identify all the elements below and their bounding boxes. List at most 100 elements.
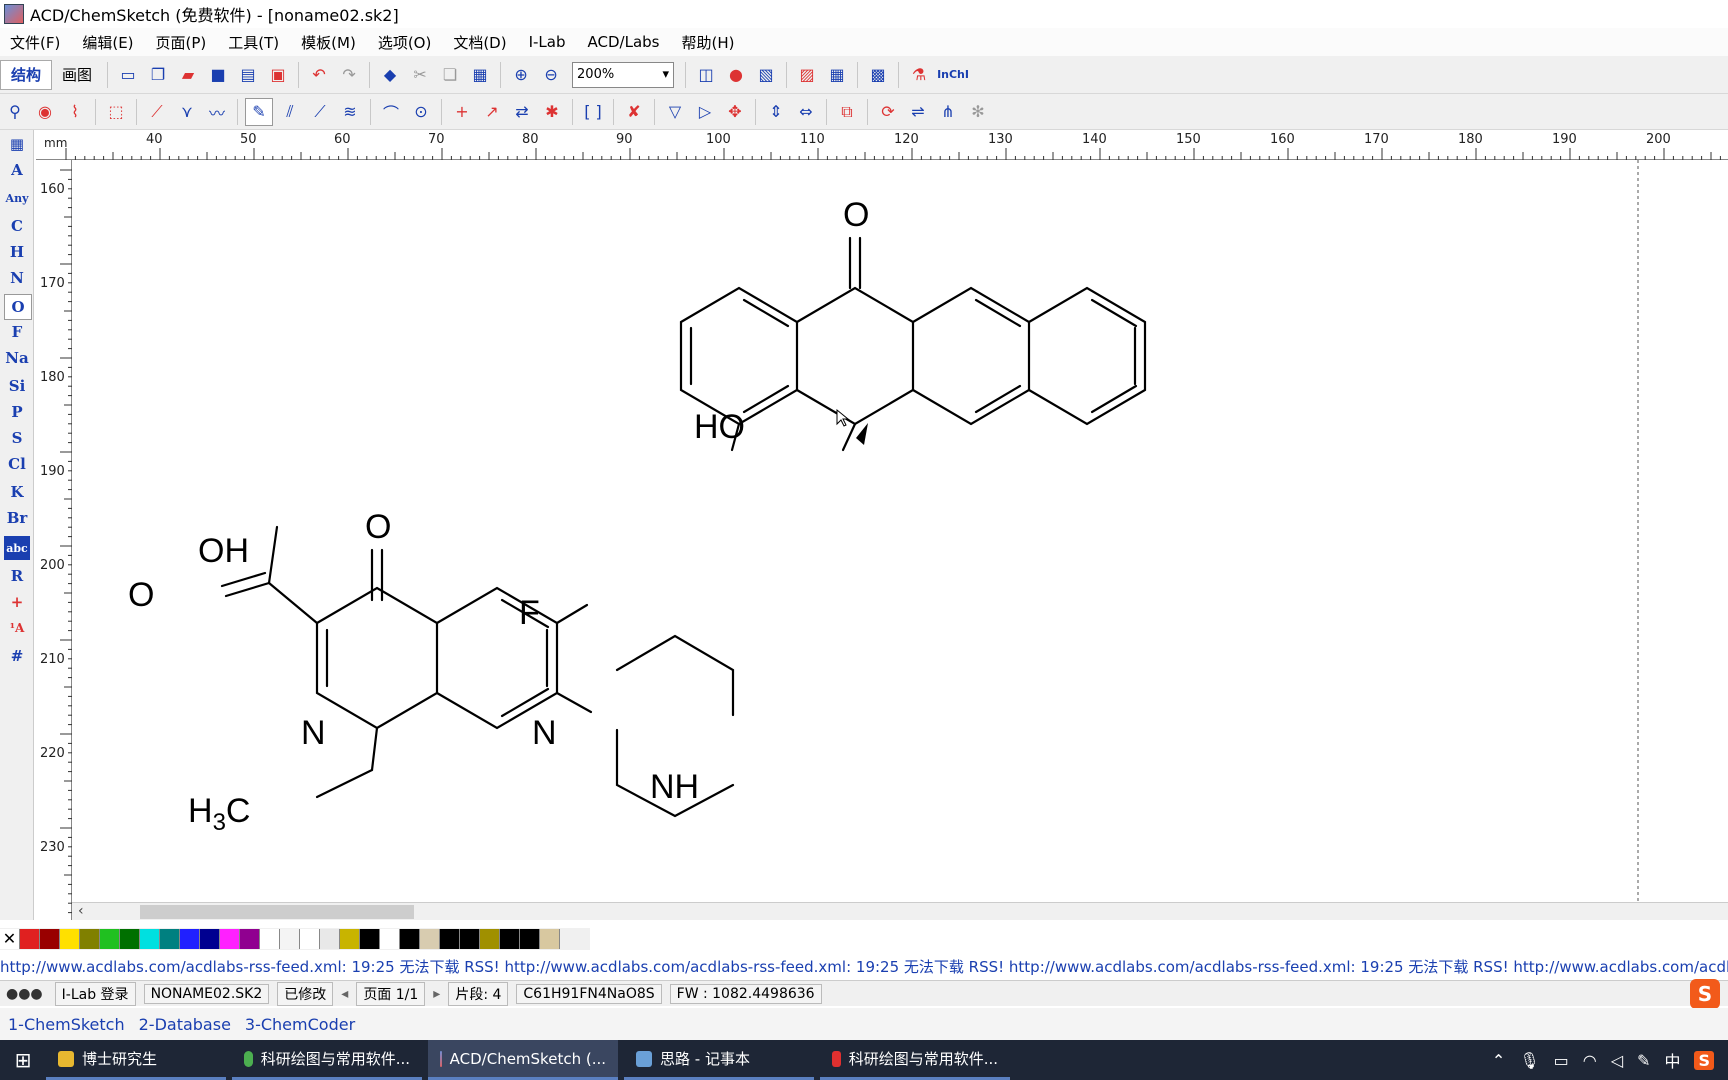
atom-label-ho[interactable]: HO: [694, 408, 745, 446]
taskbar-item-browser[interactable]: 科研绘图与常用软件...: [232, 1040, 422, 1080]
color-swatch[interactable]: [480, 929, 500, 949]
sogou-tray-icon[interactable]: S: [1694, 1050, 1714, 1070]
color-swatch[interactable]: [380, 929, 400, 949]
inchi-button[interactable]: InChI: [936, 62, 970, 88]
atom-f[interactable]: F: [4, 320, 30, 344]
align-horizontal-icon[interactable]: ⇔: [793, 99, 819, 125]
scroll-left-icon[interactable]: ‹: [78, 903, 84, 919]
taskbar-item-folder[interactable]: 博士研究生: [46, 1040, 226, 1080]
print-icon[interactable]: ▤: [235, 62, 261, 88]
atom-o[interactable]: O: [4, 294, 32, 320]
menu-file[interactable]: 文件(F): [10, 32, 60, 53]
rotate-3d-icon[interactable]: ◉: [32, 99, 58, 125]
settings-icon[interactable]: ✻: [965, 99, 991, 125]
microphone-icon[interactable]: 🎙: [1519, 1051, 1539, 1070]
color-swatch[interactable]: [200, 929, 220, 949]
menu-edit[interactable]: 编辑(E): [82, 32, 133, 53]
volume-icon[interactable]: ◁: [1611, 1051, 1623, 1070]
refresh-icon[interactable]: ⟳: [875, 99, 901, 125]
color-swatch[interactable]: [100, 929, 120, 949]
menu-ilab[interactable]: I-Lab: [529, 33, 566, 51]
color-swatch[interactable]: [400, 929, 420, 949]
atom-label-n[interactable]: N: [301, 714, 326, 752]
wedge-bond-icon[interactable]: ⟋: [307, 99, 333, 125]
cut-icon[interactable]: ✂: [407, 62, 433, 88]
structure-mode-button[interactable]: 结构: [0, 59, 53, 90]
ring-icon[interactable]: ⊙: [408, 99, 434, 125]
flip-vertical-icon[interactable]: ▽: [662, 99, 688, 125]
rss-ticker[interactable]: http://www.acdlabs.com/acdlabs-rss-feed.…: [0, 954, 1728, 978]
check-structure-icon[interactable]: ✘: [621, 99, 647, 125]
zoom-in-icon[interactable]: ⊕: [508, 62, 534, 88]
fragment-icon[interactable]: ⋔: [935, 99, 961, 125]
wavy-bond-icon[interactable]: ≋: [337, 99, 363, 125]
atom-r[interactable]: R: [4, 564, 30, 588]
atom-label-o[interactable]: O: [843, 196, 869, 234]
color-swatch[interactable]: [20, 929, 40, 949]
sogou-ime-icon[interactable]: S: [1690, 978, 1720, 1009]
menu-page[interactable]: 页面(P): [156, 32, 207, 53]
arrow-icon[interactable]: ↗: [479, 99, 505, 125]
select-rectangle-icon[interactable]: ⬚: [103, 99, 129, 125]
atom-s[interactable]: S: [4, 426, 30, 450]
wifi-icon[interactable]: ◠: [1583, 1051, 1597, 1070]
color-swatch[interactable]: [540, 929, 560, 949]
tab-chemcoder[interactable]: 3-ChemCoder: [245, 1015, 355, 1034]
charge-plus[interactable]: +: [4, 590, 30, 614]
atom-label-o[interactable]: O: [128, 576, 154, 614]
atom-c[interactable]: C: [4, 214, 30, 238]
scrollbar-thumb[interactable]: [140, 905, 414, 919]
reaction-icon[interactable]: ⌒: [378, 99, 404, 125]
color-swatch[interactable]: [60, 929, 80, 949]
ime-indicator[interactable]: 中: [1664, 1048, 1680, 1072]
3d-viewer-icon[interactable]: ●: [723, 62, 749, 88]
periodic-table-icon[interactable]: ▦: [4, 132, 30, 156]
color-swatch[interactable]: [280, 929, 300, 949]
grid-icon[interactable]: ▦: [824, 62, 850, 88]
open-folder-icon[interactable]: ▰: [175, 62, 201, 88]
tab-database[interactable]: 2-Database: [139, 1015, 231, 1034]
atom-br[interactable]: Br: [4, 506, 30, 530]
next-page-icon[interactable]: ▸: [433, 986, 440, 1002]
color-swatch[interactable]: [160, 929, 180, 949]
color-swatch[interactable]: [500, 929, 520, 949]
atom-label-nh[interactable]: NH: [650, 768, 699, 806]
plus-icon[interactable]: +: [449, 99, 475, 125]
color-swatch[interactable]: [420, 929, 440, 949]
group-icon[interactable]: ⧉: [834, 99, 860, 125]
color-swatch[interactable]: [80, 929, 100, 949]
atom-si[interactable]: Si: [4, 374, 30, 398]
battery-icon[interactable]: ▭: [1554, 1051, 1569, 1070]
align-vertical-icon[interactable]: ⇕: [763, 99, 789, 125]
eraser-icon[interactable]: ◆: [377, 62, 403, 88]
color-swatch[interactable]: [320, 929, 340, 949]
molecule-anthracenone[interactable]: [679, 236, 1147, 452]
atom-h[interactable]: H: [4, 240, 30, 264]
rotate-icon[interactable]: ✥: [722, 99, 748, 125]
branch-icon[interactable]: ⋎: [174, 99, 200, 125]
color-swatch[interactable]: [340, 929, 360, 949]
color-swatch[interactable]: [240, 929, 260, 949]
paste-icon[interactable]: ▦: [467, 62, 493, 88]
color-swatch[interactable]: [300, 929, 320, 949]
atom-label-o[interactable]: O: [365, 508, 391, 546]
lasso-icon[interactable]: ⌇: [62, 99, 88, 125]
polymer-bracket-icon[interactable]: [ ]: [580, 99, 606, 125]
menu-tools[interactable]: 工具(T): [228, 32, 279, 53]
explicit-hydrogen-icon[interactable]: ⇌: [905, 99, 931, 125]
atom-cl[interactable]: Cl: [4, 452, 30, 476]
chart-icon[interactable]: ▨: [794, 62, 820, 88]
clean-structure-icon[interactable]: ◫: [693, 62, 719, 88]
save-icon[interactable]: ■: [205, 62, 231, 88]
no-color-icon[interactable]: ✕: [0, 929, 20, 949]
isotope-icon[interactable]: ¹A: [4, 616, 30, 640]
color-swatch[interactable]: [440, 929, 460, 949]
redo-icon[interactable]: ↷: [336, 62, 362, 88]
chain-icon[interactable]: ⟋: [144, 99, 170, 125]
zoom-out-icon[interactable]: ⊖: [538, 62, 564, 88]
undo-icon[interactable]: ↶: [306, 62, 332, 88]
atom-label-f[interactable]: F: [519, 594, 540, 632]
text-label-tool[interactable]: abc: [4, 536, 30, 560]
zigzag-icon[interactable]: 〰: [204, 99, 230, 125]
atom-a[interactable]: A: [4, 158, 30, 182]
